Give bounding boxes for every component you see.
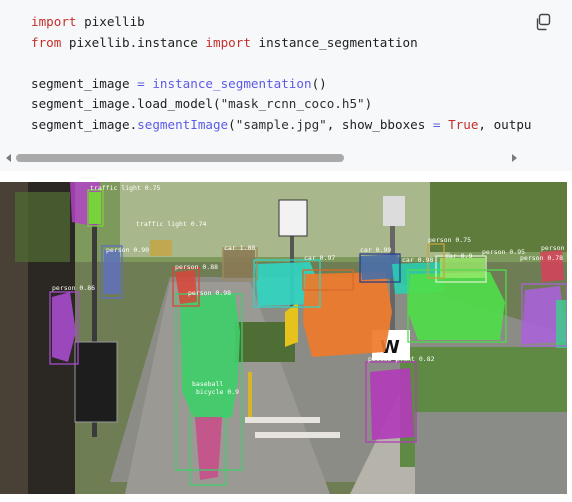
code-text: import pixellib from pixellib.instance im… (31, 12, 532, 135)
keyword: import (31, 14, 77, 29)
code-block: import pixellib from pixellib.instance im… (0, 0, 572, 171)
label-person-4: person 0.75 (428, 236, 471, 244)
mask-person-blue (104, 250, 120, 294)
label-person-2: person 0.86 (52, 284, 95, 292)
copy-icon (536, 13, 551, 31)
label-traffic-light-1: traffic light 0.75 (90, 184, 161, 192)
label-car-4: car 0.98 (402, 256, 433, 264)
code-line-2: from pixellib.instance import instance_s… (31, 33, 532, 54)
label-car-2: car 0.97 (304, 254, 335, 262)
code-token: instance_segmentation (250, 34, 418, 50)
keyword: from (31, 34, 62, 50)
code-token: pixellib (76, 14, 145, 29)
mask-potted-plant (370, 368, 414, 440)
label-person-7: person 0.98 (188, 289, 231, 297)
code-token: ) (364, 96, 373, 111)
mask-person-edge (556, 300, 567, 348)
label-potted-plant: potted plant 0.82 (368, 355, 435, 363)
label-bicycle: bicycle 0.9 (196, 388, 239, 396)
scrollbar-track[interactable] (16, 154, 506, 162)
label-car-1: car 1.00 (224, 244, 255, 252)
function-name: instance_segmentation (144, 75, 312, 91)
scroll-right-icon[interactable] (512, 154, 517, 162)
code-token: segment_image.load_model( (31, 96, 221, 111)
operator: = (432, 116, 441, 132)
code-line-3: segment_image = instance_segmentation() (31, 74, 532, 95)
code-line-1: import pixellib (31, 12, 532, 33)
code-token: () (311, 75, 327, 91)
code-token: segment_image (31, 75, 138, 91)
label-traffic-light-2: traffic light 0.74 (136, 220, 207, 228)
code-token: segment_image. (31, 116, 138, 132)
mask-car-gray (223, 250, 255, 278)
function-name: segmentImage (137, 116, 229, 132)
string-literal: "mask_rcnn_coco.h5" (220, 96, 365, 111)
street-scene: W traffic light 0.75 traffic light 0.74 … (0, 182, 567, 494)
code-token: , show_bboxes (326, 116, 433, 132)
mask-car-light (440, 258, 485, 278)
code-line-4: segment_image.load_model("mask_rcnn_coco… (31, 94, 532, 115)
string-literal: "sample.jpg" (235, 116, 327, 132)
code-token: , outpu (478, 116, 532, 132)
scrollbar-thumb[interactable] (16, 154, 344, 162)
mask-car-orange (303, 272, 392, 357)
operator: = (137, 75, 145, 91)
mask-car-small (150, 240, 172, 256)
label-person-1: person 0.90 (106, 246, 149, 254)
scroll-left-icon[interactable] (6, 154, 11, 162)
label-person-8: person (541, 244, 565, 252)
code-token: ( (228, 116, 236, 132)
mask-person-center (180, 294, 240, 422)
label-car-5: car 0.9 (445, 252, 472, 260)
label-person-3: person 0.88 (175, 263, 218, 271)
keyword: True (440, 116, 479, 132)
label-baseball: baseball (192, 380, 223, 388)
horizontal-scrollbar[interactable] (0, 150, 572, 166)
label-car-3: car 0.99 (360, 246, 391, 254)
code-token: pixellib.instance (61, 34, 206, 50)
copy-button[interactable] (534, 13, 552, 31)
mask-traffic-light (89, 192, 101, 224)
segmentation-output-image: W traffic light 0.75 traffic light 0.74 … (0, 182, 567, 494)
code-line-5: segment_image.segmentImage("sample.jpg",… (31, 115, 532, 136)
keyword: import (205, 34, 251, 50)
label-person-5: person 0.95 (482, 248, 525, 256)
label-person-6: person 0.78 (520, 254, 563, 262)
